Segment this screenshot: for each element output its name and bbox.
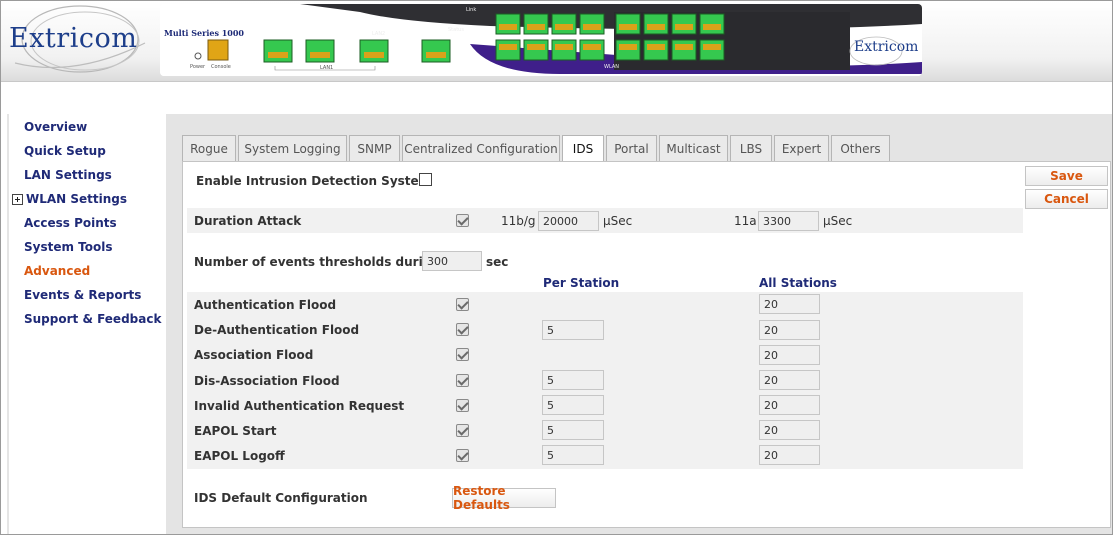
tab-others[interactable]: Others — [831, 135, 890, 161]
device-model-label: Multi Series 1000 — [164, 28, 244, 38]
power-label: Power — [190, 64, 206, 70]
per-station-input[interactable]: 5 — [542, 395, 604, 415]
threshold-unit: sec — [486, 255, 509, 269]
tab-expert[interactable]: Expert — [774, 135, 829, 161]
sidebar-item-overview[interactable]: Overview — [9, 116, 87, 138]
expand-plus-icon[interactable] — [12, 193, 23, 205]
per-station-input[interactable]: 5 — [542, 370, 604, 390]
tab-system-logging[interactable]: System Logging — [238, 135, 347, 161]
cancel-button[interactable]: Cancel — [1025, 189, 1108, 209]
tab-multicast[interactable]: Multicast — [659, 135, 728, 161]
status-label: Status — [448, 27, 464, 33]
sidebar-item-support-feedback[interactable]: Support & Feedback — [9, 308, 161, 330]
tab-rogue[interactable]: Rogue — [182, 135, 236, 161]
sidebar-item-label: LAN Settings — [24, 168, 112, 182]
sidebar-item-label: WLAN Settings — [26, 192, 128, 206]
flood-row-checkbox[interactable] — [456, 298, 469, 311]
per-station-input[interactable]: 5 — [542, 420, 604, 440]
sidebar-item-events-reports[interactable]: Events & Reports — [9, 284, 141, 306]
enable-ids-checkbox[interactable] — [419, 173, 432, 186]
sidebar-item-label: Events & Reports — [24, 288, 142, 302]
sidebar-item-label: Support & Feedback — [24, 312, 162, 326]
sidebar-item-label: System Tools — [24, 240, 113, 254]
duration-11a-label: 11a — [734, 214, 757, 228]
wlan-label: WLAN — [604, 64, 620, 70]
console-label: Console — [211, 64, 231, 70]
flood-row-label: Invalid Authentication Request — [194, 399, 405, 413]
ids-default-config-label: IDS Default Configuration — [194, 491, 368, 505]
tab-centralized-configuration[interactable]: Centralized Configuration — [402, 135, 560, 161]
logo-text: Extricom — [9, 23, 138, 54]
per-station-header: Per Station — [543, 276, 620, 290]
sidebar-item-label: Advanced — [24, 264, 91, 278]
per-station-input[interactable]: 5 — [542, 445, 604, 465]
all-stations-input[interactable]: 20 — [759, 445, 820, 465]
threshold-input[interactable]: 300 — [422, 251, 482, 271]
all-stations-input[interactable]: 20 — [759, 370, 820, 390]
sidebar-item-access-points[interactable]: Access Points — [9, 212, 117, 234]
all-stations-input[interactable]: 20 — [759, 345, 820, 365]
flood-row-label: EAPOL Logoff — [194, 449, 285, 463]
device-panel-graphic — [160, 4, 922, 76]
duration-attack-label: Duration Attack — [194, 214, 302, 228]
sidebar-item-system-tools[interactable]: System Tools — [9, 236, 113, 258]
flood-row-checkbox[interactable] — [456, 323, 469, 336]
sidebar-item-advanced[interactable]: Advanced — [9, 260, 90, 282]
duration-11bg-label: 11b/g — [501, 214, 536, 228]
duration-11bg-unit: µSec — [603, 214, 633, 228]
flood-row-label: EAPOL Start — [194, 424, 277, 438]
sidebar-item-label: Overview — [24, 120, 88, 134]
sidebar-item-lan-settings[interactable]: LAN Settings — [9, 164, 112, 186]
flood-row-label: De-Authentication Flood — [194, 323, 360, 337]
restore-defaults-button[interactable]: Restore Defaults — [452, 484, 556, 512]
lan2-label: LAN2 — [372, 31, 386, 37]
sidebar-nav: Overview Quick Setup LAN Settings WLAN S… — [7, 114, 161, 534]
sidebar-item-quick-setup[interactable]: Quick Setup — [9, 140, 106, 162]
flood-row-checkbox[interactable] — [456, 449, 469, 462]
sidebar-item-label: Access Points — [24, 216, 117, 230]
enable-ids-label: Enable Intrusion Detection System — [196, 174, 432, 188]
app-window: Extricom Multi Series 1000 Extricom Powe… — [0, 0, 1113, 535]
flood-row-label: Authentication Flood — [194, 298, 337, 312]
tab-snmp[interactable]: SNMP — [349, 135, 400, 161]
duration-11a-input[interactable]: 3300 — [758, 211, 819, 231]
all-stations-header: All Stations — [759, 276, 837, 290]
flood-row-checkbox[interactable] — [456, 348, 469, 361]
per-station-input[interactable]: 5 — [542, 320, 604, 340]
tab-ids[interactable]: IDS — [562, 135, 604, 162]
device-brand-label: Extricom — [854, 39, 919, 55]
tab-portal[interactable]: Portal — [606, 135, 657, 161]
tab-lbs[interactable]: LBS — [730, 135, 772, 161]
all-stations-input[interactable]: 20 — [759, 395, 820, 415]
lan1-label: LAN1 — [320, 65, 334, 71]
flood-row-checkbox[interactable] — [456, 424, 469, 437]
flood-row-checkbox[interactable] — [456, 399, 469, 412]
duration-11bg-input[interactable]: 20000 — [538, 211, 599, 231]
duration-attack-checkbox[interactable] — [456, 214, 469, 227]
device-front-panel: Multi Series 1000 Extricom Power Console… — [160, 4, 922, 76]
header-banner: Extricom Multi Series 1000 Extricom Powe… — [1, 1, 1112, 82]
threshold-label: Number of events thresholds during — [194, 255, 440, 269]
all-stations-input[interactable]: 20 — [759, 320, 820, 340]
flood-row-label: Association Flood — [194, 348, 314, 362]
link-label: Link — [466, 7, 477, 13]
sidebar-item-wlan-settings[interactable]: WLAN Settings — [9, 188, 127, 210]
all-stations-input[interactable]: 20 — [759, 420, 820, 440]
duration-11a-unit: µSec — [823, 214, 853, 228]
flood-row-label: Dis-Association Flood — [194, 374, 340, 388]
all-stations-input[interactable]: 20 — [759, 294, 820, 314]
extricom-logo: Extricom — [5, 3, 155, 79]
sidebar-item-label: Quick Setup — [24, 144, 106, 158]
save-button[interactable]: Save — [1025, 166, 1108, 186]
flood-row-checkbox[interactable] — [456, 374, 469, 387]
